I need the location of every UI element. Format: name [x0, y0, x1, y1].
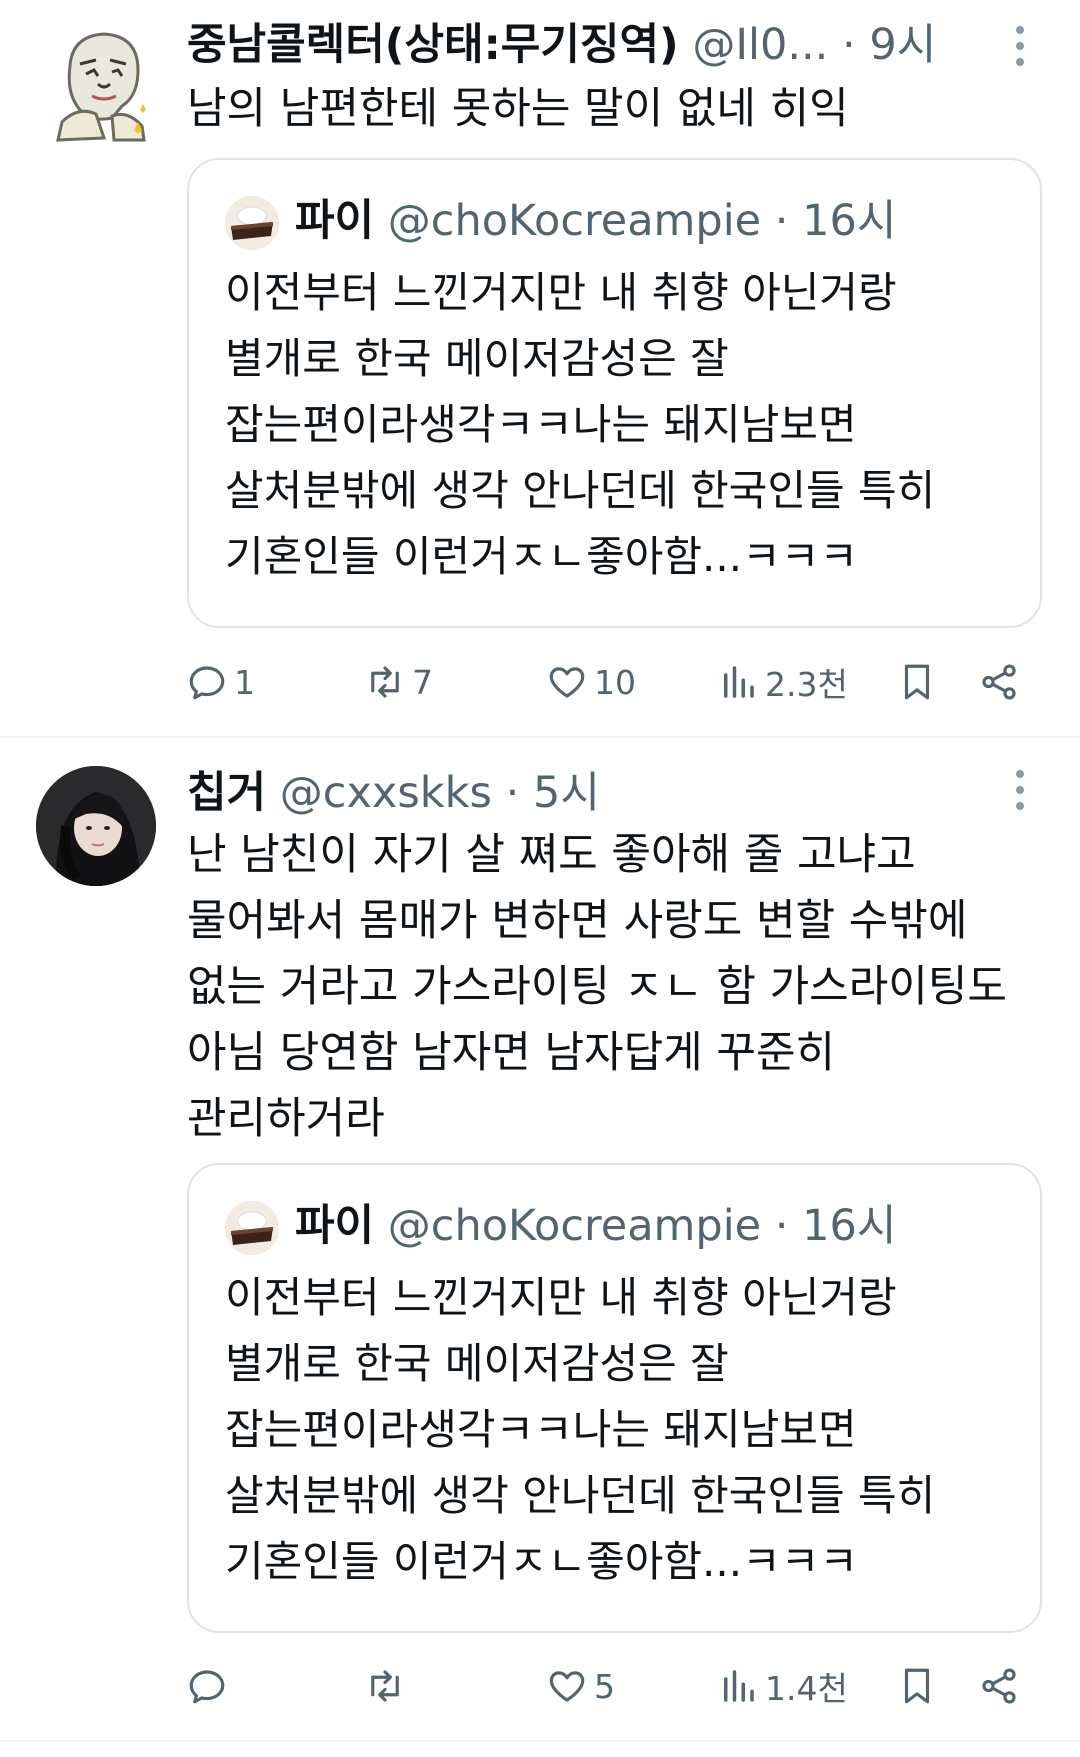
heart-icon [549, 1671, 585, 1702]
profile-photo-image [36, 766, 156, 886]
timestamp[interactable]: 5시 [533, 768, 600, 818]
user-handle[interactable]: @cxxskks [280, 768, 492, 818]
tweet-divider [0, 1740, 1080, 1742]
timestamp[interactable]: 9시 [869, 20, 936, 70]
quoted-avatar [225, 1201, 279, 1255]
tweet-actions: 5 1.4천 [0, 1656, 1080, 1716]
avatar[interactable] [36, 766, 156, 886]
share-button[interactable] [978, 652, 1020, 712]
separator-dot: · [828, 20, 870, 70]
like-count: 5 [594, 1666, 615, 1706]
quoted-handle: @choKocreampie [387, 1201, 762, 1251]
bookmark-button[interactable] [896, 652, 938, 712]
separator-dot: · [491, 768, 533, 818]
tweet[interactable]: 중남콜렉터(상태:무기징역) @Il0... · 9시 남의 남편한테 못하는 … [0, 0, 1080, 737]
quoted-avatar [225, 196, 279, 250]
quoted-timestamp: 16시 [802, 1201, 897, 1251]
cartoon-avatar-image [52, 26, 152, 144]
retweet-button[interactable]: 7 [364, 652, 433, 712]
quoted-display-name: 파이 [295, 196, 375, 246]
views-icon [724, 1670, 754, 1702]
pie-avatar-image [225, 1201, 279, 1255]
like-button[interactable]: 10 [546, 652, 636, 712]
reply-count: 1 [234, 662, 255, 702]
reply-button[interactable] [186, 1656, 234, 1716]
quoted-handle: @choKocreampie [387, 196, 762, 246]
display-name[interactable]: 중남콜렉터(상태:무기징역) [187, 20, 679, 70]
display-name[interactable]: 칩거 [187, 768, 266, 818]
tweet-text: 난 남친이 자기 살 쪄도 좋아해 줄 고냐고 물어봐서 몸매가 변하면 사랑도… [187, 830, 1007, 1144]
share-button[interactable] [978, 1656, 1020, 1716]
separator-dot: · [761, 196, 803, 246]
retweet-icon [371, 1670, 399, 1702]
tweet-actions: 1 7 10 2.3천 [0, 652, 1080, 712]
views-button[interactable]: 1.4천 [717, 1656, 848, 1716]
quoted-timestamp: 16시 [802, 196, 897, 246]
quoted-tweet[interactable]: 파이 @choKocreampie · 16시 이전부터 느낀거지만 내 취향 … [187, 158, 1042, 628]
like-count: 10 [594, 662, 636, 702]
retweet-button[interactable] [364, 1656, 412, 1716]
quoted-display-name: 파이 [295, 1201, 375, 1251]
bookmark-icon [904, 664, 930, 700]
retweet-count: 7 [412, 662, 433, 702]
reply-button[interactable]: 1 [186, 652, 255, 712]
quoted-text: 이전부터 느낀거지만 내 취향 아닌거랑 별개로 한국 메이저감성은 잘 잡는편… [225, 1273, 936, 1586]
more-options-icon[interactable] [1000, 760, 1040, 820]
tweet[interactable]: 칩거 @cxxskks · 5시 난 남친이 자기 살 쪄도 좋아해 줄 고냐고… [0, 738, 1080, 1757]
retweet-icon [371, 666, 399, 698]
quoted-text: 이전부터 느낀거지만 내 취향 아닌거랑 별개로 한국 메이저감성은 잘 잡는편… [225, 268, 936, 581]
bookmark-button[interactable] [896, 1656, 938, 1716]
bookmark-icon [904, 1668, 930, 1704]
reply-icon [189, 666, 225, 700]
user-handle[interactable]: @Il0... [692, 20, 828, 70]
quoted-tweet[interactable]: 파이 @choKocreampie · 16시 이전부터 느낀거지만 내 취향 … [187, 1163, 1042, 1633]
separator-dot: · [761, 1201, 803, 1251]
pie-avatar-image [225, 196, 279, 250]
avatar[interactable] [52, 26, 152, 144]
reply-icon [189, 1670, 225, 1704]
views-count: 2.3천 [765, 665, 848, 704]
tweet-header: 중남콜렉터(상태:무기징역) @Il0... · 9시 [187, 18, 936, 72]
share-icon [982, 1668, 1016, 1704]
heart-icon [549, 667, 585, 698]
views-count: 1.4천 [765, 1669, 848, 1708]
views-icon [724, 666, 754, 698]
views-button[interactable]: 2.3천 [717, 652, 848, 712]
tweet-header: 칩거 @cxxskks · 5시 [187, 766, 600, 820]
quoted-header: 파이 @choKocreampie · 16시 [295, 191, 896, 251]
tweet-text: 남의 남편한테 못하는 말이 없네 히익 [187, 84, 849, 134]
share-icon [982, 664, 1016, 700]
quoted-header: 파이 @choKocreampie · 16시 [295, 1196, 896, 1256]
like-button[interactable]: 5 [546, 1656, 615, 1716]
more-options-icon[interactable] [1000, 16, 1040, 76]
